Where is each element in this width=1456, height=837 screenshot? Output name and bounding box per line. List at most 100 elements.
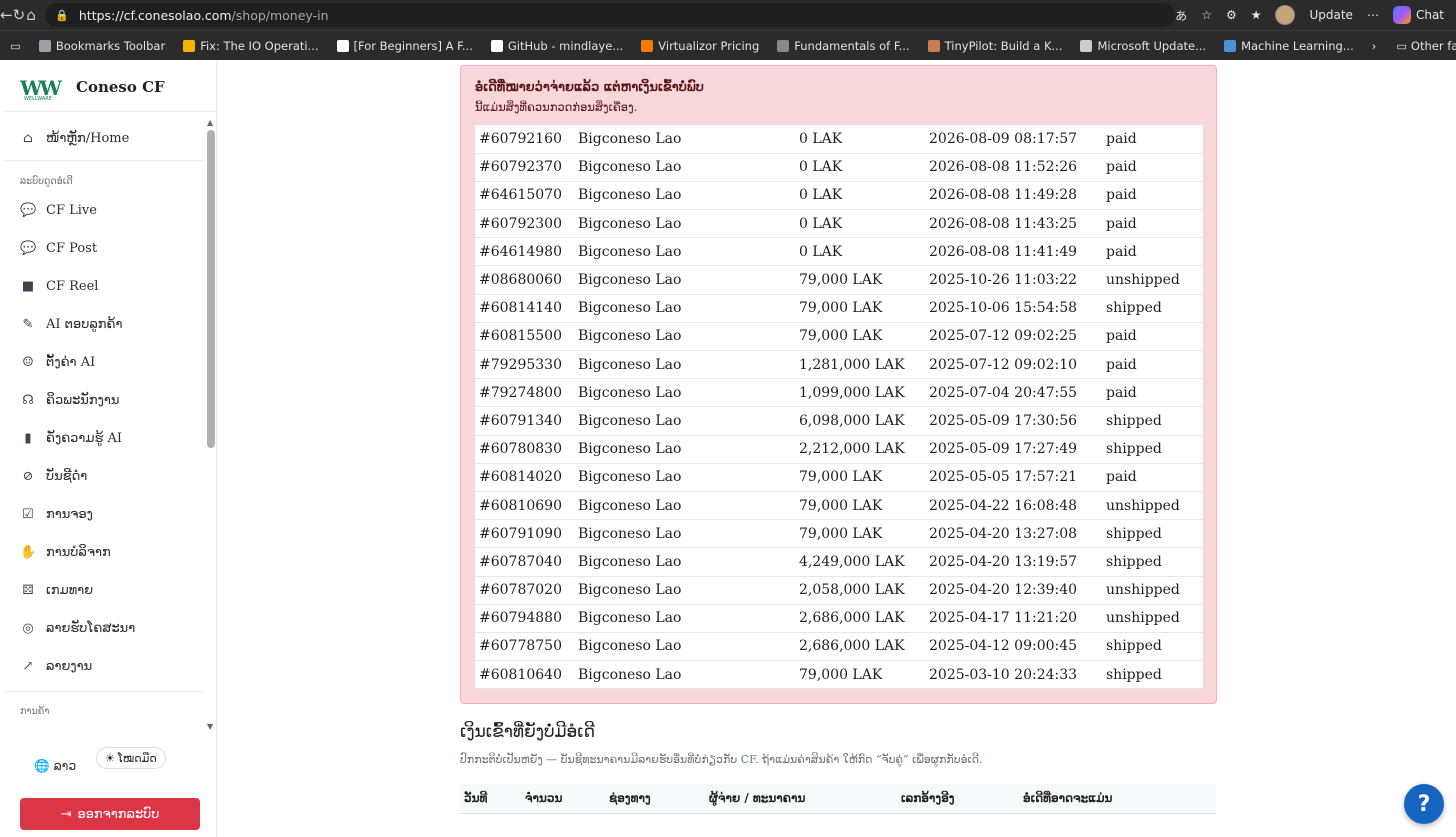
table-row[interactable]: #60792160 Bigconeso Lao 0 LAK 2026-08-09 08… — [475, 125, 1203, 154]
table-row[interactable]: #60792300 Bigconeso Lao 0 LAK 2026-08-08 11… — [475, 209, 1203, 239]
order-date: 2025-04-20 13:27:08 — [925, 519, 1102, 549]
bookmark-item[interactable]: Virtualizor Pricing — [641, 39, 759, 53]
order-status: shipped — [1102, 435, 1203, 464]
logout-button[interactable]: ⇥ ອອກຈາກລະບົບ — [20, 798, 200, 830]
customer-name: Bigconeso Lao — [574, 519, 795, 549]
scroll-down-icon[interactable]: ▼ — [207, 722, 213, 731]
table-row[interactable]: #60791090 Bigconeso Lao 79,000 LAK 2025-04-… — [475, 519, 1203, 549]
extensions-icon[interactable]: ⚙ — [1226, 8, 1237, 22]
sidebar-item[interactable]: ☊ ຄິວພະນັກງານ — [4, 381, 204, 419]
sidebar: WW WELLWARE Coneso CF ⌂ ໜ້າຫຼັກ/Home ລະບ… — [4, 62, 217, 837]
customer-name: Bigconeso Lao — [574, 547, 795, 577]
more-icon[interactable]: ⋯ — [1367, 8, 1379, 22]
bookmark-item[interactable]: Fundamentals of F... — [777, 39, 910, 53]
update-button[interactable]: Update — [1309, 8, 1352, 22]
back-icon[interactable]: ← — [0, 0, 13, 30]
sidebar-toggle-icon[interactable]: ▭ — [10, 39, 21, 53]
sidebar-item[interactable]: ⊘ ບັນຊີດຳ — [4, 457, 204, 495]
table-row[interactable]: #60778750 Bigconeso Lao 2,686,000 LAK 2025-… — [475, 632, 1203, 662]
table-row[interactable]: #60787020 Bigconeso Lao 2,058,000 LAK 2025-… — [475, 576, 1203, 605]
home-icon[interactable]: ⌂ — [25, 0, 37, 30]
chat-button[interactable]: Chat — [1392, 6, 1444, 24]
table-row[interactable]: #60780830 Bigconeso Lao 2,212,000 LAK 2025-… — [475, 435, 1203, 464]
table-row[interactable]: #60787040 Bigconeso Lao 4,249,000 LAK 2025-… — [475, 547, 1203, 577]
sidebar-item-label: ໜ້າຫຼັກ/Home — [46, 131, 130, 146]
table-row[interactable]: #60810640 Bigconeso Lao 79,000 LAK 2025-03-… — [475, 660, 1203, 690]
home-icon: ⌂ — [23, 131, 33, 146]
other-favorites[interactable]: ▭ Other favorite — [1396, 39, 1456, 53]
comments-icon: 💬 — [20, 240, 37, 256]
order-amount: 1,099,000 LAK — [795, 378, 925, 408]
order-status: shipped — [1102, 519, 1203, 549]
sidebar-item[interactable]: ▮ ຄັງຄວາມຮູ້ AI — [4, 419, 204, 457]
bookmark-label: Bookmarks Toolbar — [55, 38, 166, 53]
bookmark-item[interactable]: TinyPilot: Build a K... — [927, 39, 1062, 53]
sidebar-item[interactable]: ✎ AI ຕອບລູກຄ້າ — [4, 305, 204, 343]
table-row[interactable]: #60814140 Bigconeso Lao 79,000 LAK 2025-10-… — [475, 294, 1203, 323]
bookmark-label: Microsoft Update... — [1097, 38, 1207, 53]
favorites-icon[interactable]: ★ — [1251, 8, 1262, 22]
bookmark-label: [For Beginners] A F... — [353, 38, 473, 53]
order-date: 2025-07-12 09:02:25 — [925, 322, 1102, 352]
profile-avatar[interactable] — [1275, 5, 1296, 25]
customer-name: Bigconeso Lao — [574, 406, 795, 436]
sidebar-item[interactable]: ◎ ລາຍຮັບໂຄສະນາ — [4, 609, 204, 647]
table-row[interactable]: #60794880 Bigconeso Lao 2,686,000 LAK 2025-… — [475, 604, 1203, 633]
sidebar-item[interactable]: ■ CF Reel — [4, 267, 204, 305]
bookmark-item[interactable]: Microsoft Update... — [1080, 39, 1206, 53]
sidebar-item-label: ລາຍງານ — [46, 658, 93, 674]
order-amount: 79,000 LAK — [795, 463, 925, 492]
language-switch[interactable]: 🌐 ລາວ — [34, 758, 76, 774]
sign-out-icon: ⇥ — [60, 806, 72, 822]
sidebar-item[interactable]: ☺ ຕັ້ງຄ່າ AI — [4, 343, 204, 381]
section-title: ເງິນເຂົ້າທີ່ຍັງບໍ່ມີອໍເດີ — [460, 722, 596, 742]
chart-line-icon: ↗ — [22, 658, 34, 674]
column-header: ຊ່ອງທາງ — [609, 791, 651, 805]
bookmark-item[interactable]: Machine Learning... — [1224, 39, 1354, 53]
table-row[interactable]: #64615070 Bigconeso Lao 0 LAK 2026-08-08 11… — [475, 181, 1203, 211]
translate-icon[interactable]: あ — [1175, 7, 1187, 24]
favorite-star-icon[interactable]: ☆ — [1201, 8, 1212, 22]
bookmark-item[interactable]: GitHub - mindlaye... — [490, 38, 624, 53]
table-row[interactable]: #79295330 Bigconeso Lao 1,281,000 LAK 2025-… — [475, 350, 1203, 380]
brand[interactable]: WW WELLWARE Coneso CF — [4, 62, 216, 112]
address-bar[interactable]: 🔒 https://cf.conesolao.com/shop/money-in — [45, 3, 1176, 27]
table-row[interactable]: #60792370 Bigconeso Lao 0 LAK 2026-08-08 11… — [475, 153, 1203, 182]
sidebar-item[interactable]: ☑ ການຈອງ — [4, 495, 204, 533]
bookmark-label: GitHub - mindlaye... — [507, 38, 624, 53]
scrollbar-thumb[interactable] — [207, 130, 215, 448]
reload-icon[interactable]: ↻ — [13, 0, 26, 30]
customer-name: Bigconeso Lao — [574, 322, 795, 352]
user-slash-icon: ⊘ — [22, 468, 34, 484]
bookmark-icon — [777, 39, 790, 52]
table-row[interactable]: #08680060 Bigconeso Lao 79,000 LAK 2025-10-… — [475, 265, 1203, 295]
table-row[interactable]: #60791340 Bigconeso Lao 6,098,000 LAK 2025-… — [475, 406, 1203, 436]
table-row[interactable]: #79274800 Bigconeso Lao 1,099,000 LAK 2025-… — [475, 378, 1203, 408]
sidebar-item[interactable]: 💬 CF Live — [4, 191, 204, 229]
scroll-up-icon[interactable]: ▲ — [207, 118, 213, 127]
customer-name: Bigconeso Lao — [574, 378, 795, 408]
bookmark-item[interactable]: Fix: The IO Operati... — [183, 39, 319, 53]
sidebar-item[interactable]: ⚄ ເກມທາຍ — [4, 571, 204, 609]
order-amount: 79,000 LAK — [795, 660, 925, 690]
sidebar-item-home[interactable]: ⌂ ໜ້າຫຼັກ/Home — [4, 117, 204, 161]
order-status: shipped — [1102, 632, 1203, 662]
bookmark-item[interactable]: [For Beginners] A F... — [336, 38, 473, 53]
sidebar-item[interactable]: ✋ ການບໍລິຈາກ — [4, 533, 204, 571]
dark-mode-toggle[interactable]: ☀ ໂໝດມືດ — [96, 747, 166, 769]
sidebar-scrollbar[interactable]: ▲ ▼ — [207, 118, 215, 731]
customer-name: Bigconeso Lao — [574, 632, 795, 662]
table-row[interactable]: #60815500 Bigconeso Lao 79,000 LAK 2025-07-… — [475, 322, 1203, 352]
table-row[interactable]: #60814020 Bigconeso Lao 79,000 LAK 2025-05-… — [475, 463, 1203, 492]
table-row[interactable]: #64614980 Bigconeso Lao 0 LAK 2026-08-08 11… — [475, 237, 1203, 267]
chevron-right-icon[interactable]: › — [1372, 39, 1377, 53]
table-row[interactable]: #60810690 Bigconeso Lao 79,000 LAK 2025-04-… — [475, 491, 1203, 521]
help-button[interactable]: ? — [1404, 784, 1444, 824]
hand-holding-icon: ✋ — [20, 544, 37, 560]
order-id: #60794880 — [475, 604, 574, 633]
order-date: 2026-08-08 11:52:26 — [925, 153, 1102, 182]
sidebar-item[interactable]: 💬 CF Post — [4, 229, 204, 267]
sidebar-item[interactable]: ↗ ລາຍງານ — [4, 647, 204, 685]
sidebar-item-label: ລາຍຮັບໂຄສະນາ — [46, 620, 136, 636]
bookmark-item[interactable]: Bookmarks Toolbar — [38, 38, 166, 53]
